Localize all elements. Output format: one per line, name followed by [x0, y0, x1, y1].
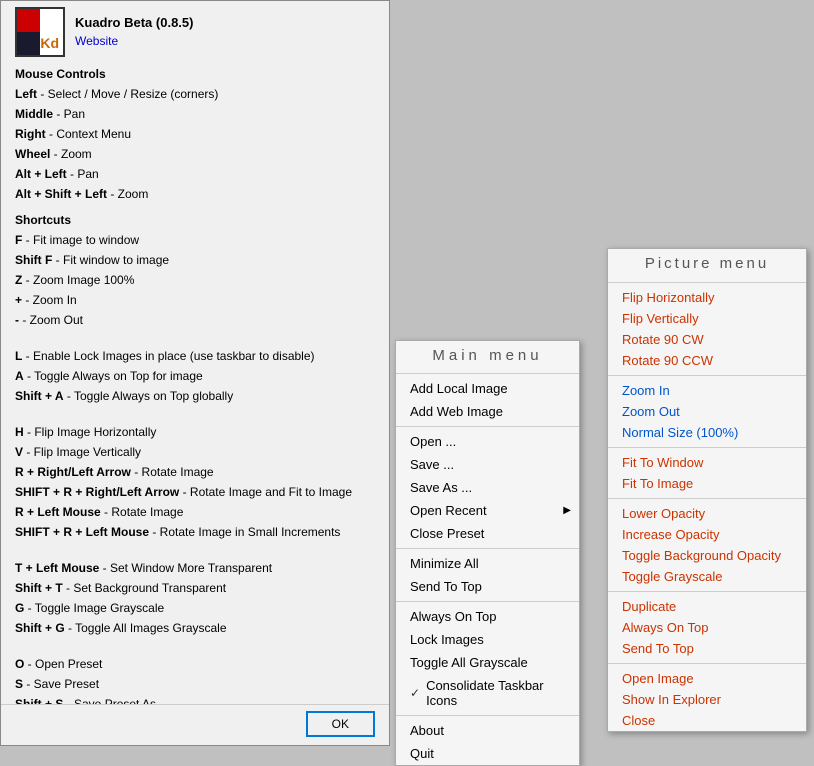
shortcut-s: S - Save Preset — [15, 675, 375, 693]
main-menu-title: Main menu — [396, 341, 579, 370]
menu-close-preset[interactable]: Close Preset — [396, 522, 579, 545]
picture-menu: Picture menu Flip Horizontally Flip Vert… — [607, 248, 807, 732]
menu-save-as[interactable]: Save As ... — [396, 476, 579, 499]
shortcut-l: L - Enable Lock Images in place (use tas… — [15, 347, 375, 365]
menu-consolidate-taskbar[interactable]: ✓ Consolidate Taskbar Icons — [396, 674, 579, 712]
shortcut-h: H - Flip Image Horizontally — [15, 423, 375, 441]
shortcut-plus: + - Zoom In — [15, 291, 375, 309]
shortcut-g: G - Toggle Image Grayscale — [15, 599, 375, 617]
shortcuts-list: F - Fit image to window Shift F - Fit wi… — [15, 231, 375, 704]
main-menu-sep-1 — [396, 426, 579, 427]
pic-always-on-top[interactable]: Always On Top — [608, 617, 806, 638]
pic-sep-1 — [608, 375, 806, 376]
pic-fit-to-image[interactable]: Fit To Image — [608, 473, 806, 494]
app-logo: Kd — [15, 7, 65, 57]
shortcut-z: Z - Zoom Image 100% — [15, 271, 375, 289]
pic-sep-2 — [608, 447, 806, 448]
menu-about[interactable]: About — [396, 719, 579, 742]
pic-rotate-90-cw[interactable]: Rotate 90 CW — [608, 329, 806, 350]
mouse-alt-shift-left: Alt + Shift + Left - Zoom — [15, 185, 375, 203]
menu-quit[interactable]: Quit — [396, 742, 579, 765]
menu-always-on-top[interactable]: Always On Top — [396, 605, 579, 628]
pic-sep-5 — [608, 663, 806, 664]
pic-flip-vertically[interactable]: Flip Vertically — [608, 308, 806, 329]
menu-send-to-top[interactable]: Send To Top — [396, 575, 579, 598]
pic-show-in-explorer[interactable]: Show In Explorer — [608, 689, 806, 710]
main-menu: Main menu Add Local Image Add Web Image … — [395, 340, 580, 766]
pic-zoom-out[interactable]: Zoom Out — [608, 401, 806, 422]
shortcut-minus: - - Zoom Out — [15, 311, 375, 329]
shortcut-shift-a: Shift + A - Toggle Always on Top globall… — [15, 387, 375, 405]
shortcut-o: O - Open Preset — [15, 655, 375, 673]
main-menu-sep-2 — [396, 548, 579, 549]
shortcut-f: F - Fit image to window — [15, 231, 375, 249]
shortcuts-heading: Shortcuts — [15, 213, 375, 227]
pic-open-image[interactable]: Open Image — [608, 668, 806, 689]
main-menu-sep-0 — [396, 373, 579, 374]
menu-lock-images[interactable]: Lock Images — [396, 628, 579, 651]
shortcut-v: V - Flip Image Vertically — [15, 443, 375, 461]
mouse-wheel: Wheel - Zoom — [15, 145, 375, 163]
pic-sep-3 — [608, 498, 806, 499]
shortcut-shift-f: Shift F - Fit window to image — [15, 251, 375, 269]
pic-lower-opacity[interactable]: Lower Opacity — [608, 503, 806, 524]
picture-menu-title: Picture menu — [608, 249, 806, 278]
consolidate-check: ✓ — [410, 686, 420, 700]
pic-rotate-90-ccw[interactable]: Rotate 90 CCW — [608, 350, 806, 371]
shortcut-shift-g: Shift + G - Toggle All Images Grayscale — [15, 619, 375, 637]
pic-fit-to-window[interactable]: Fit To Window — [608, 452, 806, 473]
pic-flip-horizontally[interactable]: Flip Horizontally — [608, 287, 806, 308]
menu-minimize-all[interactable]: Minimize All — [396, 552, 579, 575]
shortcut-shift-r-mouse: SHIFT + R + Left Mouse - Rotate Image in… — [15, 523, 375, 541]
menu-open-recent[interactable]: Open Recent — [396, 499, 579, 522]
pic-normal-size[interactable]: Normal Size (100%) — [608, 422, 806, 443]
logo-area: Kd Kuadro Beta (0.8.5) Website — [15, 7, 375, 57]
dialog-footer: OK — [1, 704, 389, 745]
mouse-controls-list: Left - Select / Move / Resize (corners) … — [15, 85, 375, 203]
menu-add-local-image[interactable]: Add Local Image — [396, 377, 579, 400]
pic-increase-opacity[interactable]: Increase Opacity — [608, 524, 806, 545]
shortcut-shift-s: Shift + S - Save Preset As — [15, 695, 375, 704]
mouse-controls-heading: Mouse Controls — [15, 67, 375, 81]
mouse-left: Left - Select / Move / Resize (corners) — [15, 85, 375, 103]
shortcut-r-mouse: R + Left Mouse - Rotate Image — [15, 503, 375, 521]
pic-toggle-grayscale[interactable]: Toggle Grayscale — [608, 566, 806, 587]
menu-add-web-image[interactable]: Add Web Image — [396, 400, 579, 423]
shortcut-a: A - Toggle Always on Top for image — [15, 367, 375, 385]
menu-open[interactable]: Open ... — [396, 430, 579, 453]
main-menu-sep-3 — [396, 601, 579, 602]
pic-sep-0 — [608, 282, 806, 283]
logo-kd-text: Kd — [40, 35, 59, 51]
shortcut-r-arrow: R + Right/Left Arrow - Rotate Image — [15, 463, 375, 481]
shortcut-shift-t: Shift + T - Set Background Transparent — [15, 579, 375, 597]
about-dialog: Kd Kuadro Beta (0.8.5) Website Mouse Con… — [0, 0, 390, 746]
shortcut-shift-r-arrow: SHIFT + R + Right/Left Arrow - Rotate Im… — [15, 483, 375, 501]
website-link[interactable]: Website — [75, 34, 118, 48]
pic-toggle-bg-opacity[interactable]: Toggle Background Opacity — [608, 545, 806, 566]
menu-toggle-all-grayscale[interactable]: Toggle All Grayscale — [396, 651, 579, 674]
main-menu-sep-4 — [396, 715, 579, 716]
pic-send-to-top[interactable]: Send To Top — [608, 638, 806, 659]
mouse-right: Right - Context Menu — [15, 125, 375, 143]
menu-save[interactable]: Save ... — [396, 453, 579, 476]
mouse-middle: Middle - Pan — [15, 105, 375, 123]
pic-duplicate[interactable]: Duplicate — [608, 596, 806, 617]
ok-button[interactable]: OK — [306, 711, 375, 737]
dialog-title: Kuadro Beta (0.8.5) — [75, 7, 193, 34]
pic-zoom-in[interactable]: Zoom In — [608, 380, 806, 401]
pic-close[interactable]: Close — [608, 710, 806, 731]
pic-sep-4 — [608, 591, 806, 592]
mouse-alt-left: Alt + Left - Pan — [15, 165, 375, 183]
shortcut-t-mouse: T + Left Mouse - Set Window More Transpa… — [15, 559, 375, 577]
